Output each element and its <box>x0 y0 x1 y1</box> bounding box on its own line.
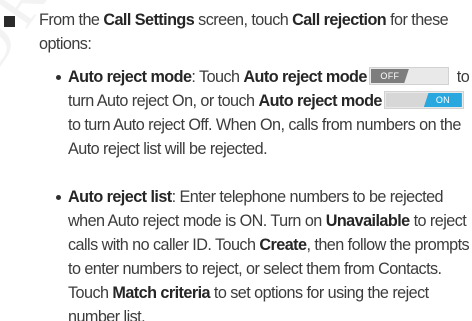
auto-reject-off-toggle-icon: OFF <box>368 67 449 85</box>
call-rejection-term: Call rejection <box>292 11 387 29</box>
auto-reject-mode-item: Auto reject mode: Touch Auto reject mode… <box>56 65 470 161</box>
auto-reject-on-toggle-icon: ON <box>383 91 464 109</box>
match-criteria-term: Match criteria <box>112 284 210 302</box>
bullet-dot-icon <box>56 195 61 200</box>
create-term: Create <box>259 236 307 254</box>
square-bullet-icon <box>4 16 15 27</box>
unavailable-term: Unavailable <box>325 212 410 230</box>
toggle-on-label: ON <box>423 93 462 107</box>
step-intro: From the Call Settings screen, touch Cal… <box>39 11 449 53</box>
call-settings-term: Call Settings <box>103 11 195 29</box>
auto-reject-list-term: Auto reject list <box>68 188 172 206</box>
auto-reject-mode-term: Auto reject mode <box>68 68 192 86</box>
auto-reject-list-item: Auto reject list: Enter telephone number… <box>56 185 470 321</box>
toggle-off-label: OFF <box>370 69 409 83</box>
bullet-dot-icon <box>56 75 61 80</box>
